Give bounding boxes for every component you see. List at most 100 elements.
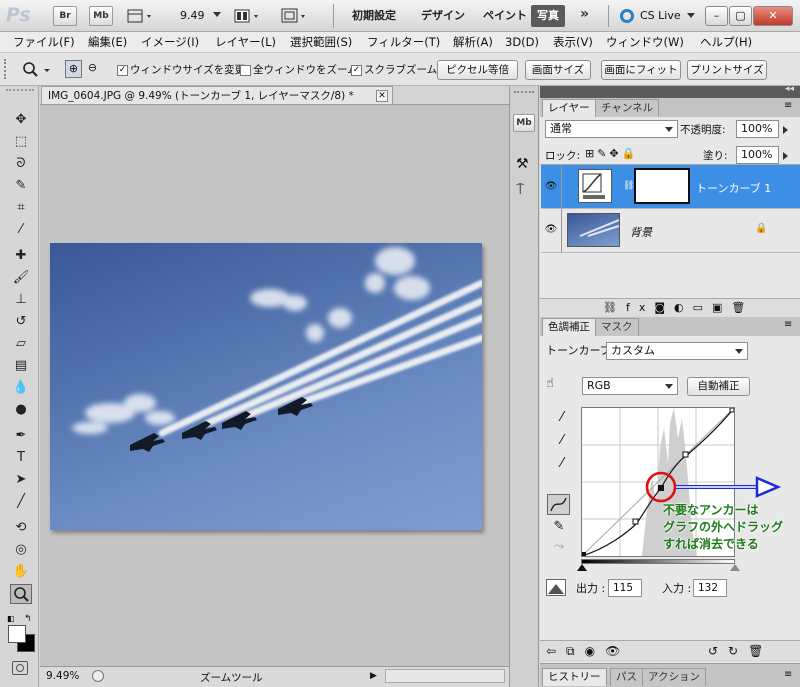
menu-window[interactable]: ウィンドウ(W) xyxy=(606,32,684,53)
tab-actions[interactable]: アクション xyxy=(642,668,706,686)
healing-brush-tool-icon[interactable]: ✚ xyxy=(10,246,32,266)
layer-row-background[interactable]: 👁 背景 🔒 xyxy=(541,209,800,253)
input-input[interactable]: 132 xyxy=(693,579,727,597)
dock-grip[interactable] xyxy=(514,91,534,94)
quick-select-tool-icon[interactable]: ✎ xyxy=(10,176,32,196)
tab-history[interactable]: ヒストリー xyxy=(542,668,607,686)
marquee-tool-icon[interactable]: ⬚ xyxy=(10,132,32,152)
smooth-curve-icon[interactable]: ⤳ xyxy=(551,539,567,555)
layer-name-curves[interactable]: トーンカーブ 1 xyxy=(696,180,771,196)
eraser-tool-icon[interactable]: ▱ xyxy=(10,334,32,354)
lock-icons[interactable]: ⊞✎✥🔒 xyxy=(585,147,638,160)
cs-live-dropdown-icon[interactable] xyxy=(687,13,695,18)
white-point-eyedropper-icon[interactable]: ⁄ xyxy=(554,456,570,472)
3d-rotate-tool-icon[interactable]: ⟲ xyxy=(10,518,32,538)
tool-preset-picker[interactable] xyxy=(20,60,54,80)
crop-tool-icon[interactable]: ⌗ xyxy=(10,198,32,218)
menu-view[interactable]: 表示(V) xyxy=(553,32,593,53)
blend-mode-select[interactable]: 通常 xyxy=(545,120,678,138)
horizontal-scrollbar[interactable] xyxy=(385,669,505,683)
workspace-photography[interactable]: 写真 xyxy=(531,5,565,27)
move-tool-icon[interactable]: ✥ xyxy=(10,110,32,130)
menu-select[interactable]: 選択範囲(S) xyxy=(290,32,352,53)
clone-stamp-tool-icon[interactable]: ⊥ xyxy=(10,290,32,310)
pencil-draw-icon[interactable]: ✎ xyxy=(551,519,567,535)
menu-help[interactable]: ヘルプ(H) xyxy=(700,32,752,53)
3d-orbit-tool-icon[interactable]: ◎ xyxy=(10,540,32,560)
quick-mask-button[interactable] xyxy=(12,661,28,675)
gradient-tool-icon[interactable]: ▤ xyxy=(10,356,32,376)
layer-mask-thumbnail[interactable] xyxy=(634,168,690,204)
pen-tool-icon[interactable]: ✒ xyxy=(10,426,32,446)
zoom-dropdown-icon[interactable] xyxy=(213,12,221,17)
fill-screen-button[interactable]: 画面にフィット xyxy=(601,60,681,80)
cs-live-button[interactable]: CS Live xyxy=(640,9,681,22)
anchor-point[interactable] xyxy=(632,518,639,525)
tool-presets-icon[interactable]: ⚒ xyxy=(516,156,529,172)
lasso-tool-icon[interactable]: ᘐ xyxy=(10,154,32,174)
clipping-display-icon[interactable] xyxy=(546,579,566,596)
workspace-painting[interactable]: ペイント xyxy=(483,0,527,32)
panel-header[interactable]: ◂◂ xyxy=(540,84,800,98)
menu-file[interactable]: ファイル(F) xyxy=(13,32,75,53)
panel-menu-icon[interactable]: ≡ xyxy=(784,100,792,111)
footer-left-icons[interactable]: ⇦⧉◉👁 xyxy=(546,644,630,659)
zoom-in-button[interactable]: ⊕ xyxy=(65,60,82,78)
gray-point-eyedropper-icon[interactable]: ⁄ xyxy=(554,433,570,449)
zoom-level[interactable]: 9.49 xyxy=(180,9,205,22)
print-size-button[interactable]: プリントサイズ xyxy=(687,60,767,80)
arrange-documents-button[interactable] xyxy=(233,7,263,25)
footer-right-icons[interactable]: ↺↻🗑 xyxy=(708,644,773,658)
layer-row-curves[interactable]: 👁 ⛓ トーンカーブ 1 xyxy=(541,165,800,209)
tab-layers[interactable]: レイヤー xyxy=(542,99,596,117)
document-tab[interactable]: IMG_0604.JPG @ 9.49% (トーンカーブ 1, レイヤーマスク/… xyxy=(41,86,393,105)
fill-input[interactable]: 100% xyxy=(736,146,779,164)
history-brush-tool-icon[interactable]: ↺ xyxy=(10,312,32,332)
close-button[interactable]: ✕ xyxy=(753,6,793,26)
swap-colors-icon[interactable]: ↰ xyxy=(24,614,32,624)
auto-button[interactable]: 自動補正 xyxy=(687,377,750,396)
anchor-point[interactable] xyxy=(582,552,586,556)
default-colors-icon[interactable]: ◧ xyxy=(7,614,15,623)
menu-layer[interactable]: レイヤー(L) xyxy=(215,32,276,53)
brush-tool-icon[interactable]: 🖌 xyxy=(10,268,32,288)
status-zoom[interactable]: 9.49% xyxy=(46,670,79,682)
line-tool-icon[interactable]: ╱ xyxy=(10,492,32,512)
anchor-point[interactable] xyxy=(729,407,735,413)
panel-menu-icon[interactable]: ≡ xyxy=(784,669,792,680)
bridge-button[interactable]: Br xyxy=(53,6,77,26)
opacity-slider-arrow-icon[interactable] xyxy=(783,126,788,134)
fit-screen-button[interactable]: 画面サイズ xyxy=(525,60,591,80)
tab-channels[interactable]: チャンネル xyxy=(595,99,660,117)
workspace-design[interactable]: デザイン xyxy=(421,0,465,32)
opacity-input[interactable]: 100% xyxy=(736,120,779,138)
panel-menu-icon[interactable]: ≡ xyxy=(784,319,792,330)
maximize-button[interactable]: ▢ xyxy=(729,6,752,26)
mask-link-icon[interactable]: ⛓ xyxy=(623,181,634,191)
menu-analysis[interactable]: 解析(A) xyxy=(453,32,493,53)
collapse-icon[interactable]: ◂◂ xyxy=(785,84,794,94)
on-image-adjust-icon[interactable]: ☝ xyxy=(546,376,554,391)
zoom-all-windows-checkbox[interactable] xyxy=(240,65,251,76)
hand-tool-icon[interactable]: ✋ xyxy=(10,562,32,582)
status-info-icon[interactable] xyxy=(92,670,104,682)
layer-name-background[interactable]: 背景 xyxy=(630,224,652,240)
screen-mode-button[interactable] xyxy=(280,7,310,25)
type-tool-icon[interactable]: T xyxy=(10,448,32,468)
eyedropper-tool-icon[interactable]: ⁄ xyxy=(10,220,32,240)
document-photo[interactable] xyxy=(50,243,482,530)
options-grip[interactable] xyxy=(4,59,12,79)
blur-tool-icon[interactable]: 💧 xyxy=(10,378,32,398)
actual-pixels-button[interactable]: ピクセル等倍 xyxy=(437,60,518,80)
scrubby-zoom-checkbox[interactable]: ✓ xyxy=(351,65,362,76)
view-extras-button[interactable] xyxy=(126,7,156,25)
menu-filter[interactable]: フィルター(T) xyxy=(367,32,440,53)
layer-footer-icons[interactable]: ⛓fx◙◐▭▣🗑 xyxy=(603,301,754,314)
mini-bridge-button[interactable]: Mb xyxy=(89,6,113,26)
fill-slider-arrow-icon[interactable] xyxy=(783,152,788,160)
minimize-button[interactable]: – xyxy=(705,6,728,26)
foreground-color-swatch[interactable] xyxy=(8,625,26,643)
menu-image[interactable]: イメージ(I) xyxy=(141,32,199,53)
workspace-essentials[interactable]: 初期設定 xyxy=(352,0,396,32)
dodge-tool-icon[interactable]: ● xyxy=(10,400,32,420)
